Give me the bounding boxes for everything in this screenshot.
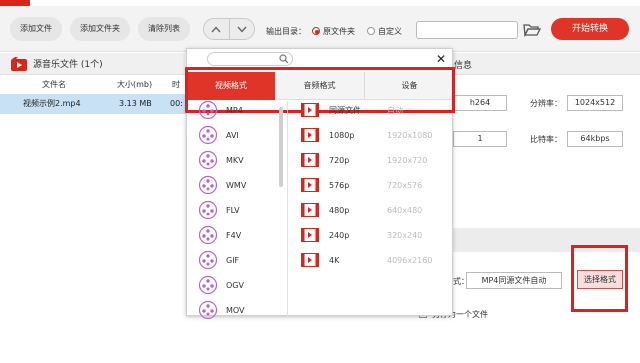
chevron-down-icon [237,26,247,33]
format-item[interactable]: F4V [195,224,275,246]
video-folder-icon [11,57,27,71]
format-reel-icon [198,150,218,170]
format-reel-icon [198,125,218,145]
output-path-input[interactable] [416,21,518,39]
format-label: MOV [226,305,245,315]
folder-open-icon[interactable] [523,22,541,37]
resolution-dimension: 1920x1080 [387,130,433,140]
resolution-item[interactable]: 同源文件 自动 [301,99,451,121]
format-item[interactable]: FLV [195,199,275,221]
file-name: 视频示例2.mp4 [23,99,81,108]
resolution-label: 分辨率： [530,99,562,108]
info-title: 信息 [454,61,473,71]
resolution-item[interactable]: 1080p 1920x1080 [301,124,451,146]
resolution-item[interactable]: 240p 320x240 [301,224,451,246]
resolution-item[interactable]: 576p 720x576 [301,174,451,196]
format-reel-icon [198,275,218,295]
format-item[interactable]: WMV [195,174,275,196]
resolution-field: 1024x512 [567,95,623,111]
radio-source-folder-label: 原文件夹 [323,27,355,36]
encoder-field: h264 [453,95,507,111]
resolution-name: 4K [329,255,340,265]
move-buttons [203,18,255,40]
channels-field: 1 [453,131,507,147]
resolution-dimension: 640x480 [387,205,423,215]
format-item[interactable]: MOV [195,299,275,321]
format-reel-icon [198,175,218,195]
radio-custom-label: 自定义 [378,27,402,36]
format-popup: ✕ 视频格式 音频格式 设备 MP4 AVI MKV WMV FLV F4V GIF OGV M… [185,48,455,320]
film-icon [301,128,319,142]
add-file-button[interactable]: 添加文件 [10,17,62,41]
column-filename: 文件名 [42,80,66,89]
film-icon [301,178,319,192]
resolution-dimension: 320x240 [387,230,423,240]
move-up-button[interactable] [204,19,230,39]
resolution-name: 240p [329,230,350,240]
column-duration: 时 [172,80,180,89]
format-item[interactable]: MP4 [195,99,275,121]
format-label: F4V [226,230,242,240]
resolution-name: 同源文件 [329,105,361,115]
format-reel-icon [198,300,218,320]
film-icon [301,203,319,217]
resolution-name: 720p [329,155,350,165]
bitrate-field: 64kbps [567,131,623,147]
close-icon[interactable]: ✕ [436,52,446,66]
format-item[interactable]: AVI [195,124,275,146]
output-format-field: MP4同源文件自动 [466,272,562,289]
radio-custom[interactable] [367,27,375,35]
format-item[interactable]: OGV [195,274,275,296]
file-duration: 00: [170,99,183,108]
format-label: MP4 [226,105,243,115]
resolution-dimension: 4096x2160 [387,255,433,265]
format-item[interactable]: GIF [195,249,275,271]
chevron-up-icon [211,25,221,32]
resolution-item[interactable]: 4K 4096x2160 [301,249,451,271]
format-label: WMV [226,180,247,190]
resolution-name: 480p [329,205,350,215]
format-list-scrollbar[interactable] [279,107,283,187]
info-header: 信息 [452,53,640,75]
film-icon [301,228,319,242]
choose-format-button[interactable]: 选择格式 [577,270,623,289]
format-label: MKV [226,155,244,165]
format-label: FLV [226,205,240,215]
resolution-item[interactable]: 480p 640x480 [301,199,451,221]
format-label: GIF [226,255,240,265]
format-label: AVI [226,130,239,140]
start-convert-button[interactable]: 开始转换 [551,18,629,40]
resolution-dimension: 720x576 [387,180,423,190]
bitrate-label: 比特率： [530,135,562,144]
add-folder-button[interactable]: 添加文件夹 [70,17,130,41]
resolution-name: 1080p [329,130,355,140]
radio-source-folder[interactable] [312,27,320,35]
file-size: 3.13 MB [119,99,152,108]
format-item[interactable]: MKV [195,149,275,171]
film-icon [301,103,319,117]
format-label: OGV [226,280,244,290]
resolution-dimension: 1920x720 [387,155,428,165]
column-divider [287,101,288,317]
format-reel-icon [198,100,218,120]
clear-list-button[interactable]: 清除列表 [138,17,190,41]
resolution-name: 576p [329,180,350,190]
resolution-item[interactable]: 720p 1920x720 [301,149,451,171]
search-icon[interactable] [279,54,289,64]
source-files-title: 源音乐文件 (1个) [33,60,103,70]
film-icon [301,253,319,267]
output-dir-label: 输出目录： [266,27,306,36]
format-reel-icon [198,250,218,270]
resolution-dimension: 自动 [387,105,403,115]
format-reel-icon [198,225,218,245]
move-down-button[interactable] [230,19,255,39]
film-icon [301,153,319,167]
column-size: 大小(mb) [117,80,153,89]
format-reel-icon [198,200,218,220]
file-row[interactable]: 视频示例2.mp4 3.13 MB 00: [0,94,185,114]
